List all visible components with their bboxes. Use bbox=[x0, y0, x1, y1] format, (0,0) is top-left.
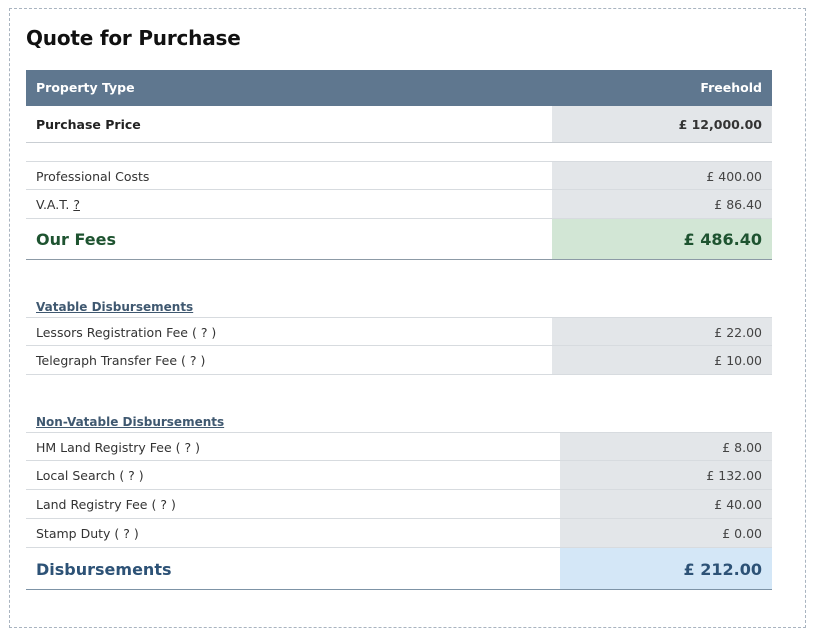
vatable-disbursements-heading: Vatable Disbursements bbox=[36, 300, 194, 314]
help-link[interactable]: ( ? ) bbox=[181, 353, 205, 368]
local-search-label: Local Search bbox=[36, 468, 116, 483]
our-fees-value: £ 486.40 bbox=[683, 230, 762, 249]
vat-label-group: V.A.T. ? bbox=[36, 197, 80, 212]
disbursements-total-label: Disbursements bbox=[36, 560, 172, 579]
local-search-row: Local Search ( ? ) £ 132.00 bbox=[26, 461, 772, 490]
stamp-duty-value: £ 0.00 bbox=[722, 526, 762, 541]
disbursements-total-value: £ 212.00 bbox=[683, 560, 762, 579]
our-fees-label: Our Fees bbox=[36, 230, 116, 249]
property-type-header: Property Type Freehold bbox=[26, 70, 772, 106]
lessors-registration-fee-label-group: Lessors Registration Fee ( ? ) bbox=[36, 325, 216, 340]
help-link[interactable]: ( ? ) bbox=[119, 468, 143, 483]
stamp-duty-row: Stamp Duty ( ? ) £ 0.00 bbox=[26, 519, 772, 548]
lessors-registration-fee-value: £ 22.00 bbox=[714, 325, 762, 340]
vat-row: V.A.T. ? £ 86.40 bbox=[26, 190, 772, 219]
our-fees-row: Our Fees £ 486.40 bbox=[26, 219, 772, 260]
purchase-price-row: Purchase Price £ 12,000.00 bbox=[26, 106, 772, 143]
help-link[interactable]: ( ? ) bbox=[151, 497, 175, 512]
vat-help-link[interactable]: ? bbox=[73, 197, 80, 212]
telegraph-transfer-fee-label: Telegraph Transfer Fee bbox=[36, 353, 178, 368]
hm-land-registry-fee-row: HM Land Registry Fee ( ? ) £ 8.00 bbox=[26, 432, 772, 461]
help-link[interactable]: ( ? ) bbox=[192, 325, 216, 340]
non-vatable-disbursements-heading: Non-Vatable Disbursements bbox=[36, 415, 225, 429]
help-link[interactable]: ( ? ) bbox=[176, 440, 200, 455]
help-link[interactable]: ( ? ) bbox=[114, 526, 138, 541]
professional-costs-row: Professional Costs £ 400.00 bbox=[26, 161, 772, 190]
stamp-duty-label: Stamp Duty bbox=[36, 526, 111, 541]
stamp-duty-label-group: Stamp Duty ( ? ) bbox=[36, 526, 139, 541]
purchase-price-label: Purchase Price bbox=[36, 117, 141, 132]
lessors-registration-fee-row: Lessors Registration Fee ( ? ) £ 22.00 bbox=[26, 317, 772, 346]
local-search-label-group: Local Search ( ? ) bbox=[36, 468, 144, 483]
land-registry-fee-label: Land Registry Fee bbox=[36, 497, 148, 512]
property-type-value: Freehold bbox=[700, 80, 762, 95]
professional-costs-value: £ 400.00 bbox=[706, 169, 762, 184]
purchase-price-value: £ 12,000.00 bbox=[678, 117, 762, 132]
local-search-value: £ 132.00 bbox=[706, 468, 762, 483]
vat-value: £ 86.40 bbox=[714, 197, 762, 212]
page-title: Quote for Purchase bbox=[26, 26, 241, 50]
telegraph-transfer-fee-row: Telegraph Transfer Fee ( ? ) £ 10.00 bbox=[26, 346, 772, 375]
hm-land-registry-fee-label-group: HM Land Registry Fee ( ? ) bbox=[36, 440, 200, 455]
vat-label: V.A.T. bbox=[36, 197, 70, 212]
telegraph-transfer-fee-label-group: Telegraph Transfer Fee ( ? ) bbox=[36, 353, 205, 368]
hm-land-registry-fee-value: £ 8.00 bbox=[722, 440, 762, 455]
property-type-label: Property Type bbox=[36, 80, 135, 95]
hm-land-registry-fee-label: HM Land Registry Fee bbox=[36, 440, 172, 455]
telegraph-transfer-fee-value: £ 10.00 bbox=[714, 353, 762, 368]
land-registry-fee-label-group: Land Registry Fee ( ? ) bbox=[36, 497, 176, 512]
disbursements-total-row: Disbursements £ 212.00 bbox=[26, 548, 772, 590]
professional-costs-label: Professional Costs bbox=[36, 169, 150, 184]
lessors-registration-fee-label: Lessors Registration Fee bbox=[36, 325, 188, 340]
land-registry-fee-row: Land Registry Fee ( ? ) £ 40.00 bbox=[26, 490, 772, 519]
land-registry-fee-value: £ 40.00 bbox=[714, 497, 762, 512]
